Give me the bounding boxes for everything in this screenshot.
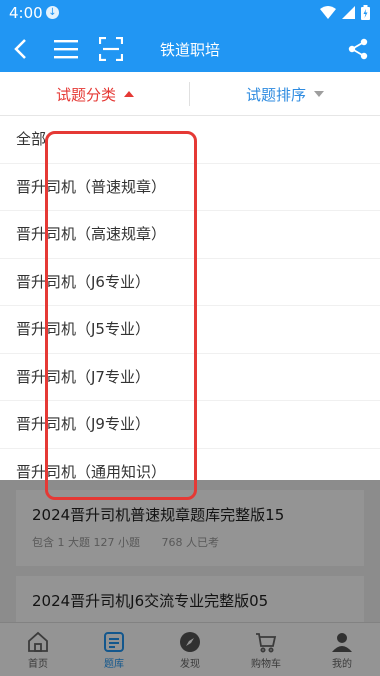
category-item-all[interactable]: 全部 — [0, 116, 380, 164]
bottom-nav: 首页 题库 发现 购物车 我的 — [0, 622, 380, 676]
category-list: 全部 晋升司机（普速规章） 晋升司机（高速规章） 晋升司机（J6专业） 晋升司机… — [0, 116, 380, 496]
nav-label-profile: 我的 — [332, 658, 352, 670]
nav-label-cart: 购物车 — [251, 658, 281, 670]
nav-label-question-bank: 题库 — [104, 658, 124, 670]
tab-order[interactable]: 试题排序 — [190, 72, 380, 116]
tab-order-label: 试题排序 — [245, 85, 306, 104]
category-item-j6[interactable]: 晋升司机（J6专业） — [0, 259, 380, 306]
category-item-j5[interactable]: 晋升司机（J5专业） — [0, 306, 380, 354]
result-question-count: 包含 1 大题 127 小题 — [32, 536, 140, 549]
download-icon: ↓ — [46, 6, 59, 19]
question-bank-icon — [104, 631, 124, 652]
result-card[interactable]: 2024晋升司机普速规章题库完整版15 包含 1 大题 127 小题 768 人… — [16, 490, 364, 566]
result-title: 2024晋升司机普速规章题库完整版15 — [32, 506, 285, 524]
nav-item-question-bank[interactable]: 题库 — [76, 623, 152, 676]
profile-icon — [332, 632, 352, 652]
category-item-j9[interactable]: 晋升司机（J9专业） — [0, 401, 380, 449]
app-bar: 铁道职培 — [0, 26, 380, 72]
home-icon — [28, 631, 48, 652]
tab-category-label: 试题分类 — [55, 85, 116, 104]
battery-icon — [361, 5, 370, 20]
cart-icon — [256, 632, 277, 652]
status-time: 4:00 — [9, 4, 43, 22]
nav-item-profile[interactable]: 我的 — [304, 623, 380, 676]
category-item-high-speed-rules[interactable]: 晋升司机（高速规章） — [0, 211, 380, 259]
app-title: 铁道职培 — [159, 41, 220, 59]
share-icon — [348, 38, 368, 60]
result-card[interactable]: 2024晋升司机J6交流专业完整版05 — [16, 576, 364, 622]
share-button[interactable] — [344, 35, 372, 63]
nav-item-discover[interactable]: 发现 — [152, 623, 228, 676]
status-bar: 4:00 ↓ — [0, 0, 380, 26]
category-item-j7[interactable]: 晋升司机（J7专业） — [0, 354, 380, 401]
result-meta: 包含 1 大题 127 小题 768 人已考 — [32, 534, 219, 550]
status-icons — [320, 5, 370, 20]
wifi-icon — [320, 6, 336, 19]
nav-item-cart[interactable]: 购物车 — [228, 623, 304, 676]
sort-tabs: 试题分类 试题排序 — [0, 72, 380, 116]
caret-down-icon — [314, 91, 324, 97]
result-taken-count: 768 人已考 — [161, 536, 219, 549]
nav-item-home[interactable]: 首页 — [0, 623, 76, 676]
category-item-normal-speed-rules[interactable]: 晋升司机（普速规章） — [0, 164, 380, 211]
compass-icon — [180, 631, 200, 652]
result-title: 2024晋升司机J6交流专业完整版05 — [32, 592, 269, 610]
results-list: 2024晋升司机普速规章题库完整版15 包含 1 大题 127 小题 768 人… — [0, 480, 380, 622]
nav-label-discover: 发现 — [180, 658, 200, 670]
caret-up-icon — [124, 91, 134, 97]
tab-category[interactable]: 试题分类 — [0, 72, 190, 116]
nav-label-home: 首页 — [28, 658, 48, 670]
signal-icon — [342, 6, 355, 19]
